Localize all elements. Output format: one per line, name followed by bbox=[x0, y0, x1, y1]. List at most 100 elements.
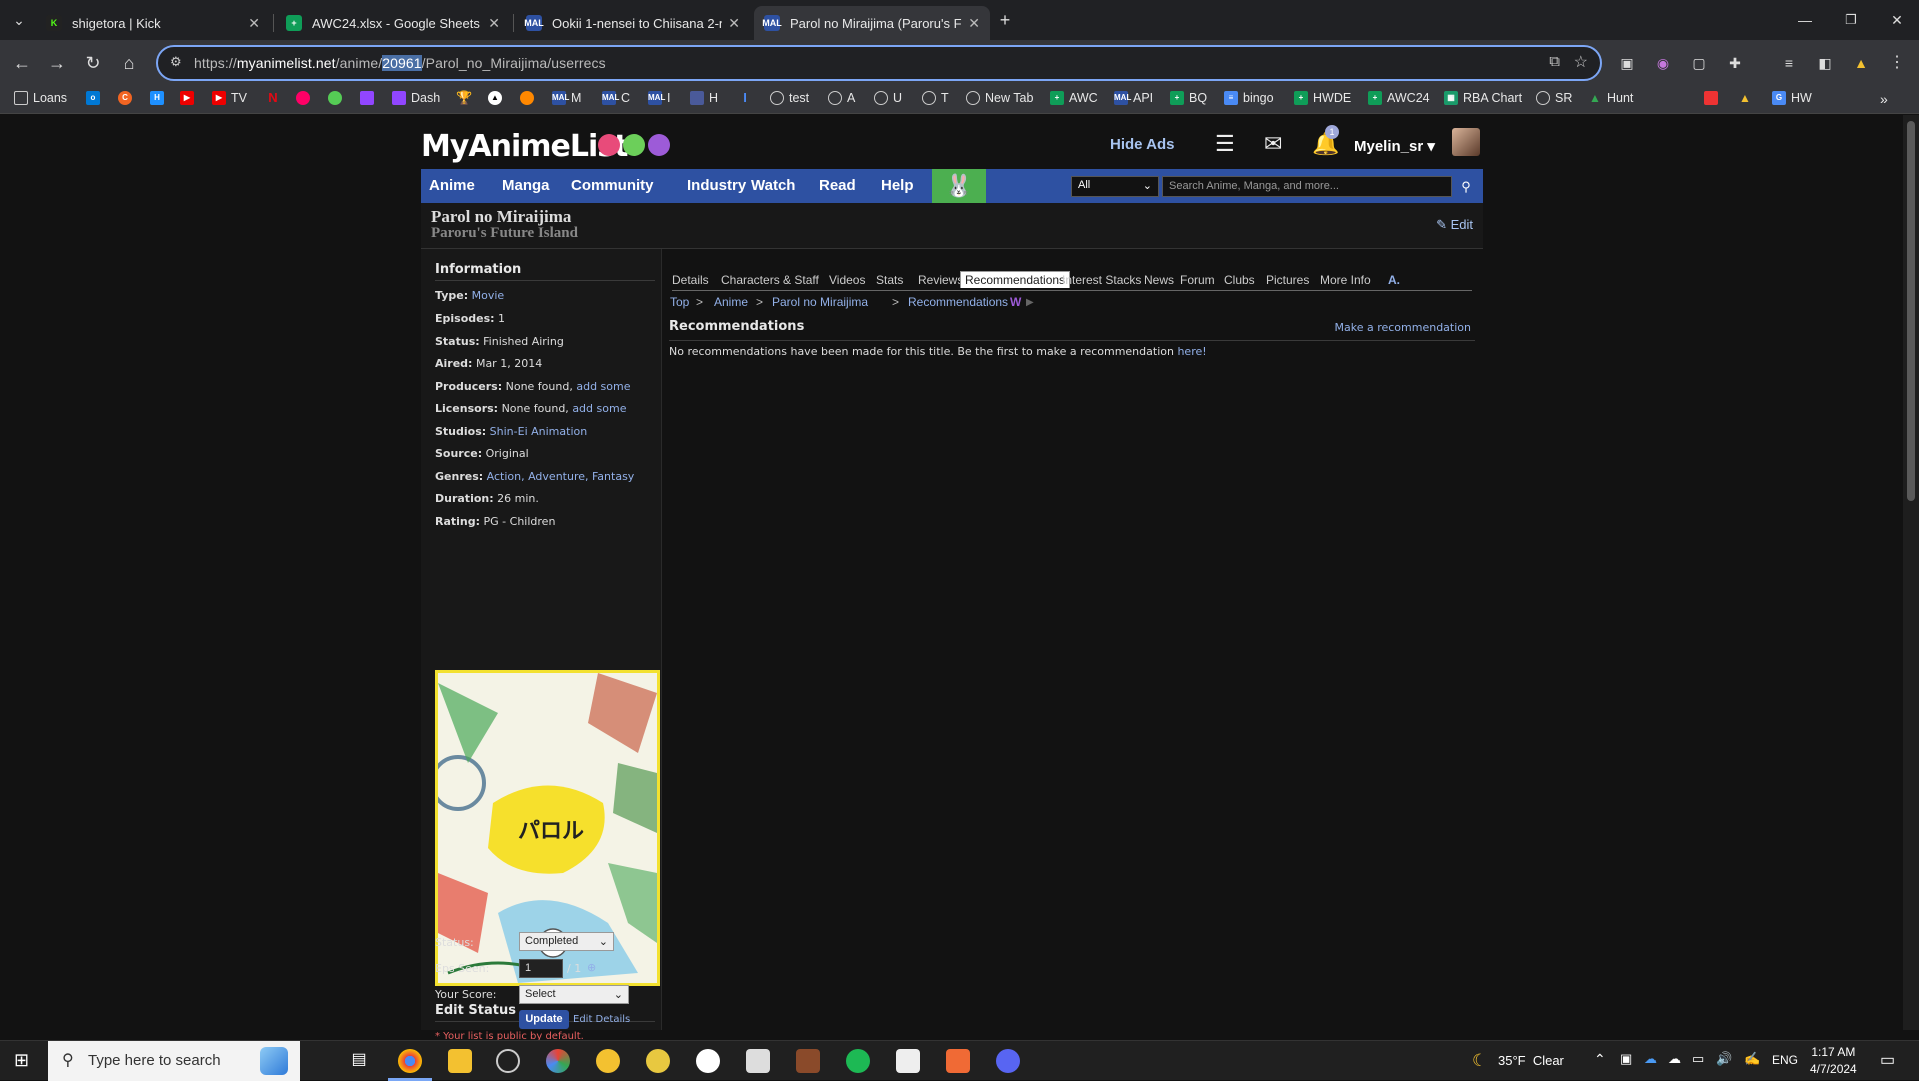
app-icon[interactable] bbox=[796, 1049, 820, 1073]
breadcrumb-top[interactable]: Top bbox=[670, 295, 689, 309]
bookmark[interactable] bbox=[1704, 91, 1723, 105]
clock[interactable]: 1:17 AM 4/7/2024 bbox=[1810, 1044, 1857, 1078]
breadcrumb-title[interactable]: Parol no Miraijima bbox=[772, 295, 868, 309]
tab-interest-stacks[interactable]: Interest Stacks bbox=[1062, 273, 1141, 287]
bookmark[interactable]: N bbox=[266, 91, 285, 105]
install-app-icon[interactable]: ⧉ bbox=[1549, 53, 1560, 70]
bookmark[interactable] bbox=[328, 91, 347, 105]
more-bookmarks-icon[interactable]: » bbox=[1880, 91, 1888, 107]
bookmark-c[interactable]: MAL C bbox=[602, 91, 630, 105]
tab-google-sheets[interactable]: + AWC24.xlsx - Google Sheets ✕ bbox=[276, 6, 510, 40]
bookmark[interactable] bbox=[520, 91, 539, 105]
app-icon[interactable] bbox=[646, 1049, 670, 1073]
menu-read[interactable]: Read bbox=[819, 177, 856, 194]
bookmark-hw[interactable]: G HW bbox=[1772, 91, 1812, 105]
wiki-icon[interactable]: W bbox=[1010, 295, 1021, 309]
tab-pictures[interactable]: Pictures bbox=[1266, 273, 1309, 287]
back-icon[interactable]: ← bbox=[11, 52, 33, 74]
close-icon[interactable]: ✕ bbox=[248, 15, 260, 32]
app-icon[interactable] bbox=[946, 1049, 970, 1073]
taskbar-search[interactable]: ⚲ Type here to search bbox=[48, 1041, 300, 1081]
bookmark[interactable]: ▶ bbox=[180, 91, 199, 105]
search-icon[interactable]: ⚲ bbox=[1454, 176, 1478, 197]
breadcrumb-recommendations[interactable]: Recommendations bbox=[908, 295, 1008, 309]
edit-button[interactable]: ✎ Edit bbox=[1436, 217, 1473, 233]
tab-search-icon[interactable]: ⌄ bbox=[8, 9, 30, 31]
bookmark-a[interactable]: A bbox=[828, 91, 855, 105]
close-window-icon[interactable]: ✕ bbox=[1886, 9, 1908, 31]
status-select-visible[interactable]: Completed ⌄ bbox=[519, 932, 614, 951]
bunny-mascot-icon[interactable]: 🐰 bbox=[932, 169, 986, 203]
document-icon[interactable] bbox=[896, 1049, 920, 1073]
bookmark[interactable] bbox=[360, 91, 379, 105]
a-icon[interactable]: A. bbox=[1388, 273, 1400, 287]
chrome-icon[interactable] bbox=[398, 1049, 422, 1073]
edit-details-link[interactable]: Edit Details bbox=[573, 1014, 630, 1025]
tab-clubs[interactable]: Clubs bbox=[1224, 273, 1255, 287]
add-licensors-link[interactable]: add some bbox=[572, 402, 626, 415]
tab-more-info[interactable]: More Info bbox=[1320, 273, 1371, 287]
app-icon[interactable] bbox=[746, 1049, 770, 1073]
mail-icon[interactable]: ✉ bbox=[1264, 131, 1282, 157]
onedrive-icon[interactable]: ☁ bbox=[1668, 1051, 1681, 1067]
bookmark-loans[interactable]: Loans bbox=[14, 91, 67, 105]
weather-text[interactable]: 35°F Clear bbox=[1498, 1053, 1564, 1068]
bookmark[interactable]: C bbox=[118, 91, 137, 105]
windows-start-icon[interactable]: ⊞ bbox=[14, 1050, 29, 1071]
extension-icon[interactable]: ◉ bbox=[1652, 52, 1674, 74]
notifications-icon[interactable]: ▭ bbox=[1880, 1050, 1895, 1070]
bookmark-i[interactable]: MAL I bbox=[648, 91, 670, 105]
tab-characters-staff[interactable]: Characters & Staff bbox=[721, 273, 819, 287]
search-category-select[interactable]: All ⌄ bbox=[1071, 176, 1159, 197]
close-icon[interactable]: ✕ bbox=[968, 15, 980, 32]
close-icon[interactable]: ✕ bbox=[728, 15, 740, 32]
bookmark-awc24[interactable]: + AWC24 bbox=[1368, 91, 1430, 105]
bookmark-bq[interactable]: + BQ bbox=[1170, 91, 1207, 105]
tab-stats[interactable]: Stats bbox=[876, 273, 903, 287]
bookmark-star-icon[interactable]: ☆ bbox=[1574, 52, 1588, 72]
mal-logo[interactable]: MyAnimeList bbox=[421, 129, 628, 164]
bookmark-u[interactable]: U bbox=[874, 91, 902, 105]
tab-reviews[interactable]: Reviews bbox=[918, 273, 963, 287]
menu-industry[interactable]: Industry bbox=[687, 177, 746, 194]
task-view-icon[interactable]: ▤ bbox=[347, 1049, 371, 1073]
file-explorer-icon[interactable] bbox=[448, 1049, 472, 1073]
eps-seen-input[interactable]: 1 bbox=[519, 959, 563, 978]
bookmark-tv[interactable]: ▶ TV bbox=[212, 91, 247, 105]
close-icon[interactable]: ✕ bbox=[488, 15, 500, 32]
restore-icon[interactable]: ❐ bbox=[1840, 9, 1862, 31]
menu-watch[interactable]: Watch bbox=[751, 177, 795, 194]
bookmark[interactable]: ▲ bbox=[1738, 91, 1757, 105]
extensions-puzzle-icon[interactable]: ✚ bbox=[1724, 52, 1746, 74]
menu-community[interactable]: Community bbox=[571, 177, 654, 194]
list-icon[interactable]: ☰ bbox=[1215, 131, 1235, 157]
bookmark-sr[interactable]: SR bbox=[1536, 91, 1572, 105]
bookmark[interactable]: o bbox=[86, 91, 105, 105]
site-info-icon[interactable]: ⚙ bbox=[170, 54, 182, 70]
bookmark-hunt[interactable]: ▲ Hunt bbox=[1588, 91, 1633, 105]
genre-links[interactable]: Action, Adventure, Fantasy bbox=[487, 470, 635, 483]
user-menu[interactable]: Myelin_sr ▾ bbox=[1354, 137, 1435, 155]
make-recommendation-link[interactable]: Make a recommendation bbox=[1334, 321, 1471, 334]
tab-ookii[interactable]: MAL Ookii 1-nensei to Chiisana 2-ne ✕ bbox=[516, 6, 750, 40]
type-link[interactable]: Movie bbox=[472, 289, 505, 302]
studio-link[interactable]: Shin-Ei Animation bbox=[490, 425, 588, 438]
bookmark[interactable]: I bbox=[738, 91, 757, 105]
tab-forum[interactable]: Forum bbox=[1180, 273, 1215, 287]
app-icon[interactable] bbox=[546, 1049, 570, 1073]
bookmark-h[interactable]: H bbox=[690, 91, 718, 105]
bookmark-dash[interactable]: Dash bbox=[392, 91, 440, 105]
minimize-icon[interactable]: — bbox=[1794, 9, 1816, 31]
extension-icon[interactable]: ▢ bbox=[1688, 52, 1710, 74]
tab-details[interactable]: Details bbox=[672, 273, 709, 287]
here-link[interactable]: here! bbox=[1177, 345, 1206, 358]
update-button[interactable]: Update bbox=[519, 1010, 569, 1029]
volume-icon[interactable]: 🔊 bbox=[1716, 1051, 1732, 1067]
menu-manga[interactable]: Manga bbox=[502, 177, 550, 194]
app-icon[interactable] bbox=[596, 1049, 620, 1073]
home-icon[interactable]: ⌂ bbox=[118, 52, 140, 74]
tab-videos[interactable]: Videos bbox=[829, 273, 865, 287]
discord-icon[interactable] bbox=[996, 1049, 1020, 1073]
tab-parol[interactable]: MAL Parol no Miraijima (Paroru's Fut ✕ bbox=[754, 6, 990, 40]
menu-anime[interactable]: Anime bbox=[429, 177, 475, 194]
